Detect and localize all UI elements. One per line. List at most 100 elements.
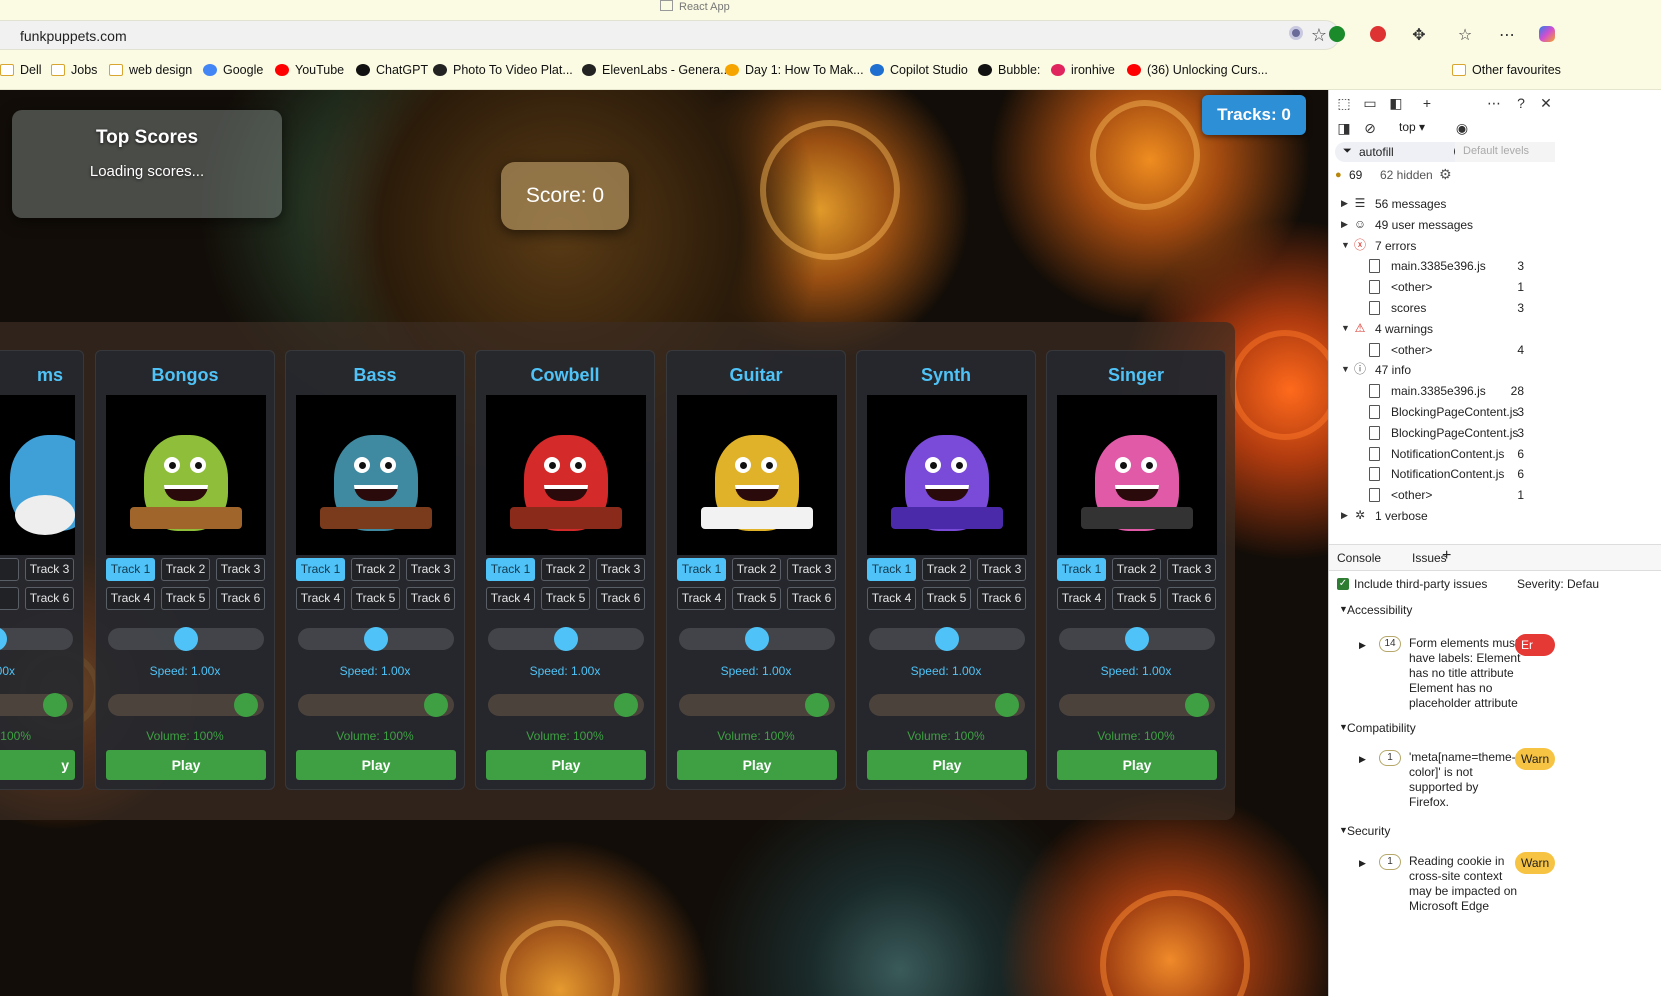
track-button[interactable]: Track 2	[161, 558, 210, 581]
tab-console[interactable]: Console	[1337, 551, 1381, 565]
track-button[interactable]: Track 3	[977, 558, 1026, 581]
extensions-puzzle-icon[interactable]: ✥	[1409, 26, 1429, 46]
track-button[interactable]: Track 6	[787, 587, 836, 610]
extension-circle-icon[interactable]	[1286, 26, 1306, 46]
speed-slider[interactable]	[108, 627, 264, 651]
track-button[interactable]: Track 5	[541, 587, 590, 610]
context-select[interactable]: top ▾	[1399, 120, 1425, 134]
track-button[interactable]: Track 1	[677, 558, 726, 581]
track-button[interactable]: Track 1	[296, 558, 345, 581]
console-tree-item[interactable]: NotificationContent.js 6	[1329, 444, 1661, 465]
track-button[interactable]: Track 1	[867, 558, 916, 581]
track-button[interactable]: Track 3	[25, 558, 74, 581]
console-tree-item[interactable]: ▼ ⓘ 47 info	[1329, 360, 1661, 381]
track-button[interactable]: Track 6	[406, 587, 455, 610]
console-tree-item[interactable]: ▶ ☰ 56 messages	[1329, 194, 1661, 215]
track-button[interactable]: Track 2	[541, 558, 590, 581]
track-button[interactable]: Track 4	[867, 587, 916, 610]
track-button[interactable]: Track 4	[106, 587, 155, 610]
console-tree-item[interactable]: <other> 4	[1329, 340, 1661, 361]
console-filter-input[interactable]: ⏷ autofill ✕	[1335, 142, 1471, 162]
bookmark-item[interactable]: ElevenLabs - Genera...	[582, 63, 731, 77]
live-expression-eye-icon[interactable]: ◉	[1453, 119, 1471, 137]
track-button[interactable]: Track 2	[922, 558, 971, 581]
track-button[interactable]: Track 5	[1112, 587, 1161, 610]
copilot-icon[interactable]	[1537, 26, 1557, 46]
volume-slider-knob[interactable]	[43, 693, 67, 717]
speed-slider[interactable]	[869, 627, 1025, 651]
console-tree-item[interactable]: ▶ ✲ 1 verbose	[1329, 506, 1661, 527]
include-third-party-checkbox[interactable]: ✓	[1337, 578, 1349, 590]
console-settings-gear-icon[interactable]: ⚙	[1439, 166, 1452, 183]
bookmark-item[interactable]: Photo To Video Plat...	[433, 63, 573, 77]
help-icon[interactable]: ?	[1512, 94, 1530, 112]
console-tree-item[interactable]: scores 3	[1329, 298, 1661, 319]
track-button[interactable]: Track 4	[1057, 587, 1106, 610]
track-button[interactable]: Track 4	[677, 587, 726, 610]
track-button[interactable]: Track 4	[296, 587, 345, 610]
bookmark-item[interactable]: Dell	[0, 63, 42, 77]
issue-item[interactable]: ▶ 1 Reading cookie in cross-site context m…	[1329, 852, 1661, 920]
speed-slider-knob[interactable]	[935, 627, 959, 651]
favorites-icon[interactable]: ☆	[1455, 26, 1475, 46]
issue-section-accessibility[interactable]: ▼ Accessibility	[1329, 600, 1661, 622]
volume-slider-knob[interactable]	[805, 693, 829, 717]
issue-section-compatibility[interactable]: ▼ Compatibility	[1329, 718, 1661, 740]
volume-slider-knob[interactable]	[424, 693, 448, 717]
dock-side-icon[interactable]: ◧	[1387, 94, 1405, 112]
console-tree-item[interactable]: ▼ ⓧ 7 errors	[1329, 236, 1661, 257]
track-button[interactable]: 2	[0, 558, 19, 581]
bookmark-item[interactable]: Day 1: How To Mak...	[725, 63, 864, 77]
speed-slider-knob[interactable]	[554, 627, 578, 651]
favorite-star-icon[interactable]: ☆	[1311, 25, 1327, 46]
notification-extension-icon[interactable]	[1368, 26, 1388, 46]
close-devtools-icon[interactable]: ✕	[1537, 94, 1555, 112]
speed-slider-knob[interactable]	[0, 627, 7, 651]
more-menu-icon[interactable]: ⋯	[1497, 26, 1517, 46]
play-button[interactable]: Play	[106, 750, 266, 780]
url-field[interactable]: funkpuppets.com ☆	[0, 20, 1340, 50]
expand-arrow-icon[interactable]: ▶	[1359, 640, 1366, 651]
track-button[interactable]: Track 1	[486, 558, 535, 581]
speed-slider[interactable]	[679, 627, 835, 651]
speed-slider-knob[interactable]	[174, 627, 198, 651]
expand-arrow-icon[interactable]: ▶	[1359, 858, 1366, 869]
play-button[interactable]: Play	[677, 750, 837, 780]
volume-slider[interactable]	[488, 693, 644, 717]
track-button[interactable]: Track 3	[1167, 558, 1216, 581]
volume-slider[interactable]	[679, 693, 835, 717]
track-button[interactable]: Track 6	[216, 587, 265, 610]
volume-slider[interactable]	[1059, 693, 1215, 717]
speed-slider[interactable]	[298, 627, 454, 651]
play-button[interactable]: Play	[867, 750, 1027, 780]
issue-section-security[interactable]: ▼ Security	[1329, 821, 1661, 843]
track-button[interactable]: Track 6	[1167, 587, 1216, 610]
expand-arrow-icon[interactable]: ▼	[1341, 364, 1350, 374]
device-toolbar-icon[interactable]: ▭	[1361, 94, 1379, 112]
track-button[interactable]: Track 2	[351, 558, 400, 581]
track-button[interactable]: Track 4	[486, 587, 535, 610]
grammarly-icon[interactable]	[1327, 26, 1347, 46]
track-button[interactable]: Track 5	[732, 587, 781, 610]
console-tree-item[interactable]: <other> 1	[1329, 485, 1661, 506]
track-button[interactable]: Track 5	[922, 587, 971, 610]
speed-slider[interactable]	[488, 627, 644, 651]
track-button[interactable]: Track 5	[161, 587, 210, 610]
play-button[interactable]: Play	[296, 750, 456, 780]
track-button[interactable]: Track 6	[977, 587, 1026, 610]
issue-item[interactable]: ▶ 1 'meta[name=theme-color]' is not suppor…	[1329, 748, 1661, 816]
expand-arrow-icon[interactable]: ▶	[1341, 219, 1348, 230]
track-button[interactable]: Track 3	[216, 558, 265, 581]
bookmark-item[interactable]: ChatGPT	[356, 63, 428, 77]
bookmark-item[interactable]: web design	[109, 63, 192, 77]
expand-arrow-icon[interactable]: ▶	[1341, 510, 1348, 521]
console-tree-item[interactable]: ▶ ☺ 49 user messages	[1329, 215, 1661, 236]
speed-slider-knob[interactable]	[1125, 627, 1149, 651]
console-tree-item[interactable]: NotificationContent.js 6	[1329, 464, 1661, 485]
sidebar-toggle-icon[interactable]: ◨	[1335, 119, 1353, 137]
speed-slider-knob[interactable]	[745, 627, 769, 651]
volume-slider-knob[interactable]	[1185, 693, 1209, 717]
bookmark-item[interactable]: (36) Unlocking Curs...	[1127, 63, 1268, 77]
console-tree-item[interactable]: BlockingPageContent.js 3	[1329, 402, 1661, 423]
volume-slider[interactable]	[298, 693, 454, 717]
